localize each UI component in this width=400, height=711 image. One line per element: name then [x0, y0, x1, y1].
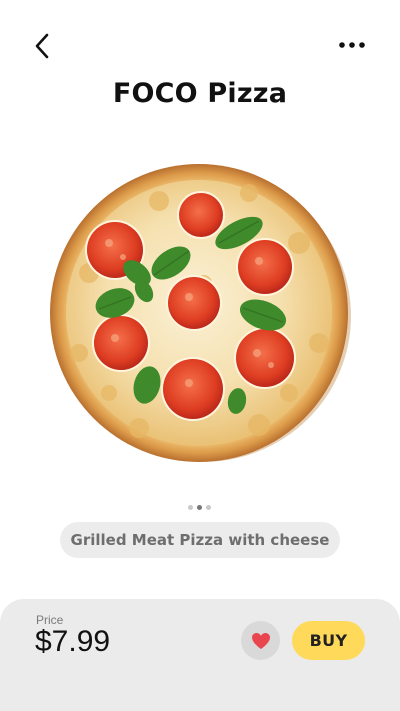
- favorite-button[interactable]: [241, 621, 280, 660]
- page-title: FOCO Pizza: [112, 78, 288, 109]
- more-options-button[interactable]: [334, 32, 370, 58]
- more-horizontal-icon: [339, 42, 365, 48]
- top-bar: [0, 0, 400, 90]
- carousel-dot[interactable]: [206, 504, 211, 510]
- purchase-panel: Price $7.99 BUY: [0, 599, 400, 711]
- carousel-dot[interactable]: [188, 504, 193, 510]
- pizza-image: [49, 163, 351, 465]
- carousel-dot-active[interactable]: [197, 504, 202, 510]
- chevron-left-icon: [35, 33, 49, 59]
- price-value: $7.99: [35, 625, 111, 658]
- buy-button[interactable]: BUY: [292, 621, 365, 660]
- product-subtitle: Grilled Meat Pizza with cheese: [60, 522, 340, 558]
- carousel-indicator: [188, 503, 218, 511]
- heart-icon: [251, 632, 270, 649]
- back-button[interactable]: [28, 30, 56, 62]
